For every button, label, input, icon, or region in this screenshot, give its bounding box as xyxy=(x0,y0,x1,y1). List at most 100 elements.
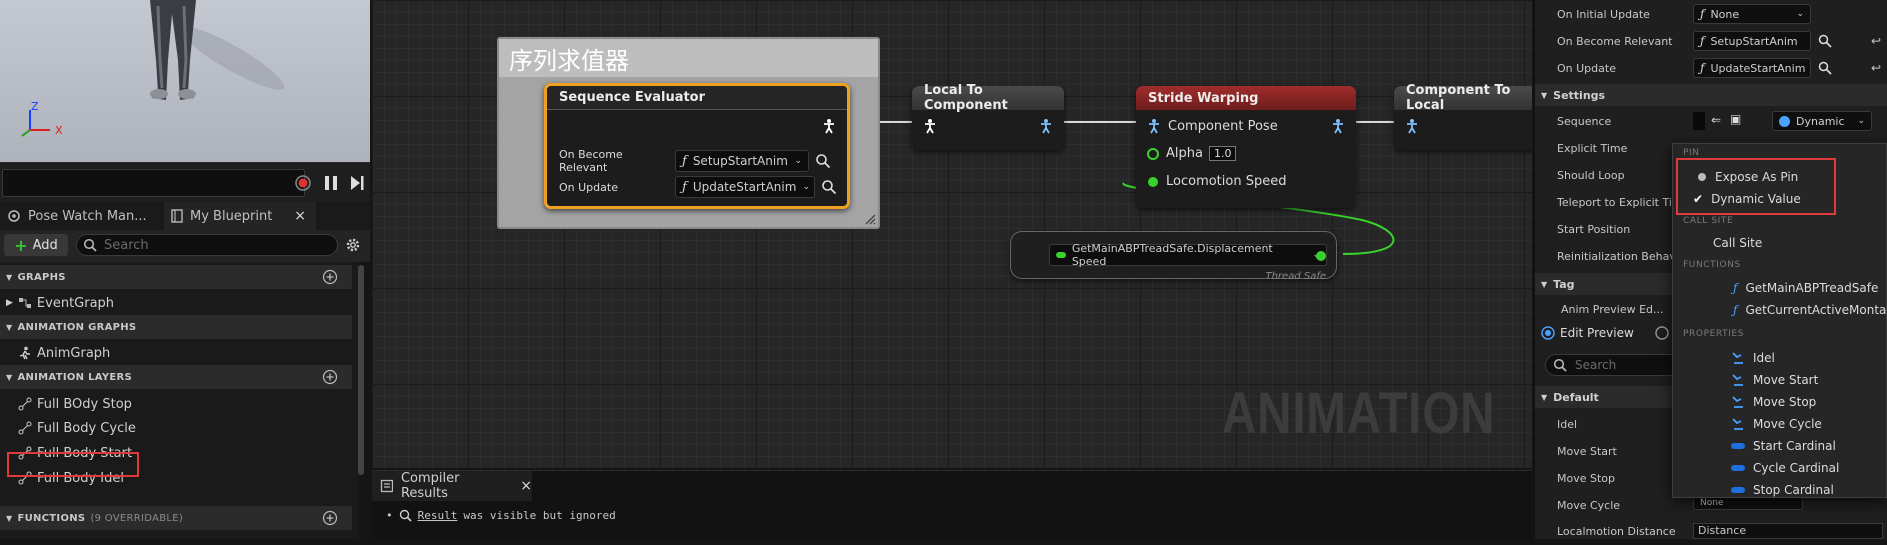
property-access-combo[interactable]: GetMainABPTreadSafe.Displacement Speed ⌄ xyxy=(1049,242,1327,268)
tree-item-layer[interactable]: Full BOdy Stop xyxy=(0,392,352,416)
edit-preview-radio[interactable]: Edit Preview xyxy=(1541,326,1634,340)
search-icon[interactable] xyxy=(815,153,831,169)
menu-item-label: Cycle Cardinal xyxy=(1753,461,1840,475)
on-update-combo[interactable]: ƒ UpdateStartAnim ⌄ xyxy=(675,176,815,198)
collapse-arrow-icon: ▼ xyxy=(6,272,13,282)
prop-label: Move Cycle xyxy=(1557,499,1621,512)
reset-arrow-icon[interactable]: ↩ xyxy=(1871,61,1881,75)
node-property-getter[interactable]: GetMainABPTreadSafe.Displacement Speed ⌄… xyxy=(1010,231,1337,282)
anim-graph-canvas[interactable]: 序列求值器 Sequence Evaluator On Become Relev… xyxy=(372,0,1532,468)
blueprint-search-input[interactable]: Search xyxy=(76,234,338,256)
collapse-arrow-icon: ▼ xyxy=(1541,279,1548,289)
menu-item-function[interactable]: ƒ GetMainABPTreadSafe xyxy=(1673,277,1887,299)
record-button[interactable] xyxy=(292,171,314,195)
menu-item-property[interactable]: Move Stop xyxy=(1673,391,1887,413)
component-pose-input-pin-icon[interactable] xyxy=(1404,118,1420,134)
chevron-down-icon: ⌄ xyxy=(794,156,802,166)
pin-label: Locomotion Speed xyxy=(1166,174,1287,189)
menu-section-functions: FUNCTIONS xyxy=(1683,260,1741,270)
tree-item-layer[interactable]: Full Body Cycle xyxy=(0,416,352,440)
on-initial-update-row: On Initial Update ƒ None ⌄ xyxy=(1535,1,1887,28)
add-button[interactable]: + Add xyxy=(4,234,68,256)
menu-item-property[interactable]: Move Start xyxy=(1673,369,1887,391)
chevron-down-icon: ⌄ xyxy=(1857,116,1865,126)
search-icon[interactable] xyxy=(1818,34,1832,48)
on-update-row: On Update ƒ UpdateStartAnim ↩ xyxy=(1535,55,1887,82)
graphs-section[interactable]: ▼ GRAPHS xyxy=(0,265,352,289)
locomotion-speed-pin[interactable]: Locomotion Speed xyxy=(1146,174,1286,189)
prop-label: Anim Preview Ed... xyxy=(1561,303,1664,316)
resize-grip-icon[interactable] xyxy=(864,213,876,225)
menu-item-label: GetMainABPTreadSafe xyxy=(1745,281,1879,295)
float-pin-filled-icon xyxy=(1148,176,1158,187)
add-function-icon[interactable] xyxy=(322,510,338,526)
reset-arrow-icon[interactable]: ↩ xyxy=(1871,34,1881,48)
node-component-to-local[interactable]: Component To Local xyxy=(1394,83,1532,150)
close-tab-icon[interactable]: × xyxy=(294,208,306,224)
node-local-to-component[interactable]: Local To Component xyxy=(912,83,1064,150)
menu-item-function[interactable]: ƒ GetCurrentActiveMonta xyxy=(1673,299,1887,321)
step-forward-button[interactable] xyxy=(346,171,368,195)
pose-output-pin-icon[interactable] xyxy=(821,118,837,134)
settings-section[interactable]: ▼ Settings xyxy=(1535,84,1887,106)
pause-icon xyxy=(325,176,337,190)
tab-pose-watch[interactable]: Pose Watch Man... xyxy=(0,202,162,230)
binding-dropdown-menu: PIN Expose As Pin ✔ Dynamic Value CALL S… xyxy=(1672,143,1887,498)
preview-viewport[interactable]: Z X xyxy=(0,0,370,162)
tree-item-animgraph[interactable]: AnimGraph xyxy=(0,341,352,365)
character-mannequin xyxy=(0,0,370,162)
node-sequence-evaluator[interactable]: Sequence Evaluator On Become Relevant ƒ … xyxy=(544,83,850,209)
alpha-pin[interactable]: Alpha 1.0 xyxy=(1146,146,1237,161)
use-selected-icon[interactable]: ⇐ xyxy=(1711,113,1721,127)
animation-graphs-section[interactable]: ▼ ANIMATION GRAPHS xyxy=(0,315,352,339)
component-pose-pin[interactable]: Component Pose xyxy=(1146,118,1278,134)
menu-item-property[interactable]: Move Cycle xyxy=(1673,413,1887,435)
prop-label: On Become Relevant xyxy=(1557,35,1673,48)
prop-label: Move Stop xyxy=(1557,472,1616,485)
menu-item-property[interactable]: Cycle Cardinal xyxy=(1673,457,1887,479)
pose-input-pin-icon[interactable] xyxy=(922,118,938,134)
add-graph-icon[interactable] xyxy=(322,269,338,285)
tree-scrollbar[interactable] xyxy=(358,265,364,475)
on-become-relevant-combo[interactable]: ƒ SetupStartAnim xyxy=(1693,31,1811,51)
chevron-down-icon: ⌄ xyxy=(1796,9,1804,19)
menu-item-property[interactable]: Start Cardinal xyxy=(1673,435,1887,457)
pose-output-pin-icon[interactable] xyxy=(1330,118,1346,134)
sequence-binding-combo[interactable]: Dynamic ⌄ xyxy=(1772,111,1872,131)
browse-icon[interactable]: ▣ xyxy=(1730,112,1741,126)
search-icon[interactable] xyxy=(1818,61,1832,75)
localmotion-distance-field[interactable]: Distance xyxy=(1693,523,1883,539)
add-layer-icon[interactable] xyxy=(322,369,338,385)
functions-section[interactable]: ▼ FUNCTIONS (9 OVERRIDABLE) xyxy=(0,506,352,530)
on-become-relevant-combo[interactable]: ƒ SetupStartAnim ⌄ xyxy=(675,150,809,172)
float-output-pin-icon[interactable] xyxy=(1314,249,1328,263)
menu-item-property[interactable]: Idel xyxy=(1673,347,1887,369)
pause-button[interactable] xyxy=(320,171,342,195)
on-initial-update-combo[interactable]: ƒ None ⌄ xyxy=(1693,4,1811,24)
item-label: Full BOdy Stop xyxy=(37,396,132,412)
close-tab-icon[interactable]: × xyxy=(520,478,532,494)
search-icon[interactable] xyxy=(821,179,837,195)
alpha-value-field[interactable]: 1.0 xyxy=(1208,146,1237,161)
menu-item-call-site[interactable]: Call Site xyxy=(1673,232,1887,254)
settings-button[interactable] xyxy=(344,236,362,254)
animation-layers-section[interactable]: ▼ ANIMATION LAYERS xyxy=(0,365,352,389)
tab-compiler-results[interactable]: Compiler Results × xyxy=(372,471,532,501)
search-placeholder: Search xyxy=(1575,358,1617,372)
struct-type-icon xyxy=(1731,487,1745,493)
timeline-field[interactable] xyxy=(2,169,305,197)
tree-item-eventgraph[interactable]: ▶ EventGraph xyxy=(0,291,352,315)
on-update-combo[interactable]: ƒ UpdateStartAnim xyxy=(1693,58,1811,78)
combo-value: UpdateStartAnim xyxy=(1710,61,1806,75)
tab-label: Compiler Results xyxy=(400,471,460,501)
comment-title[interactable]: 序列求值器 xyxy=(499,39,878,77)
node-title: Component To Local xyxy=(1394,83,1532,113)
tab-my-blueprint[interactable]: My Blueprint × xyxy=(164,202,316,230)
pin-label: Alpha xyxy=(1166,146,1203,161)
component-pose-output-pin-icon[interactable] xyxy=(1038,118,1054,134)
result-link[interactable]: Result xyxy=(418,509,458,522)
pin-label: On Become Relevant xyxy=(559,148,623,174)
menu-item-property[interactable]: Stop Cardinal xyxy=(1673,479,1887,501)
search-icon xyxy=(83,238,97,252)
node-stride-warping[interactable]: Stride Warping Component Pose Alpha 1.0 … xyxy=(1136,86,1356,208)
